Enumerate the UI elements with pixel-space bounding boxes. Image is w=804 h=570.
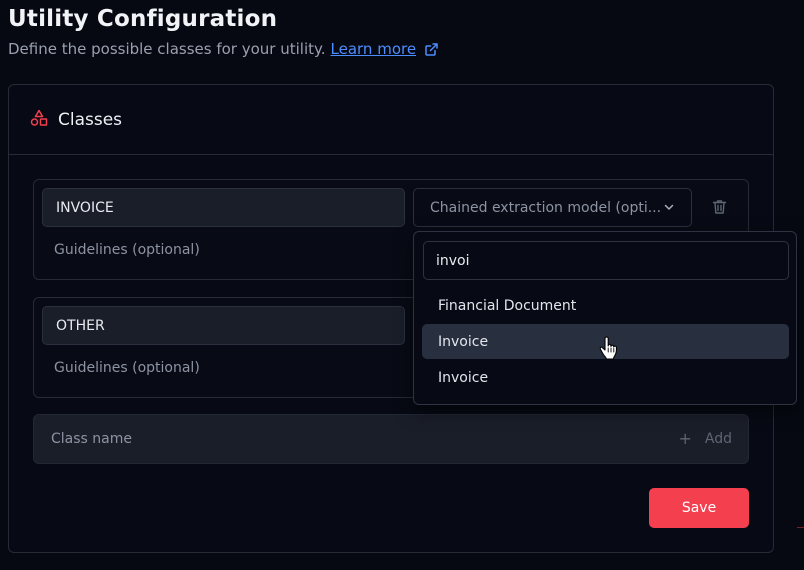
new-class-row: Class name + Add	[33, 414, 749, 464]
guidelines-input[interactable]: Guidelines (optional)	[54, 360, 200, 376]
subtitle-text: Define the possible classes for your uti…	[8, 40, 326, 58]
save-button[interactable]: Save	[649, 488, 749, 528]
class-name-field[interactable]: Class name	[51, 431, 132, 447]
edge-mark	[797, 527, 804, 528]
shapes-icon	[30, 109, 48, 131]
class-name-input[interactable]: INVOICE	[42, 188, 405, 227]
add-class-button[interactable]: + Add	[678, 429, 732, 448]
model-select-placeholder: Chained extraction model (opti...	[430, 199, 662, 216]
plus-icon: +	[678, 429, 692, 448]
learn-more-link[interactable]: Learn more	[331, 40, 417, 58]
dropdown-option[interactable]: Financial Document	[422, 288, 789, 323]
dropdown-option[interactable]: Invoice	[422, 360, 789, 395]
guidelines-input[interactable]: Guidelines (optional)	[54, 242, 200, 258]
page-subtitle: Define the possible classes for your uti…	[8, 40, 438, 58]
page-title: Utility Configuration	[8, 6, 278, 32]
dropdown-search-input[interactable]: invoi	[423, 241, 789, 280]
hand-pointer-icon	[599, 336, 621, 364]
card-header: Classes	[9, 85, 773, 155]
model-dropdown: invoi Financial Document Invoice Invoice	[413, 231, 797, 405]
add-label: Add	[704, 431, 732, 447]
chevron-down-icon	[663, 201, 675, 217]
class-name-input[interactable]: OTHER	[42, 306, 405, 345]
chained-model-select[interactable]: Chained extraction model (opti...	[413, 188, 692, 227]
card-title: Classes	[58, 109, 123, 130]
trash-icon[interactable]	[712, 199, 727, 219]
external-link-icon[interactable]	[425, 42, 438, 56]
